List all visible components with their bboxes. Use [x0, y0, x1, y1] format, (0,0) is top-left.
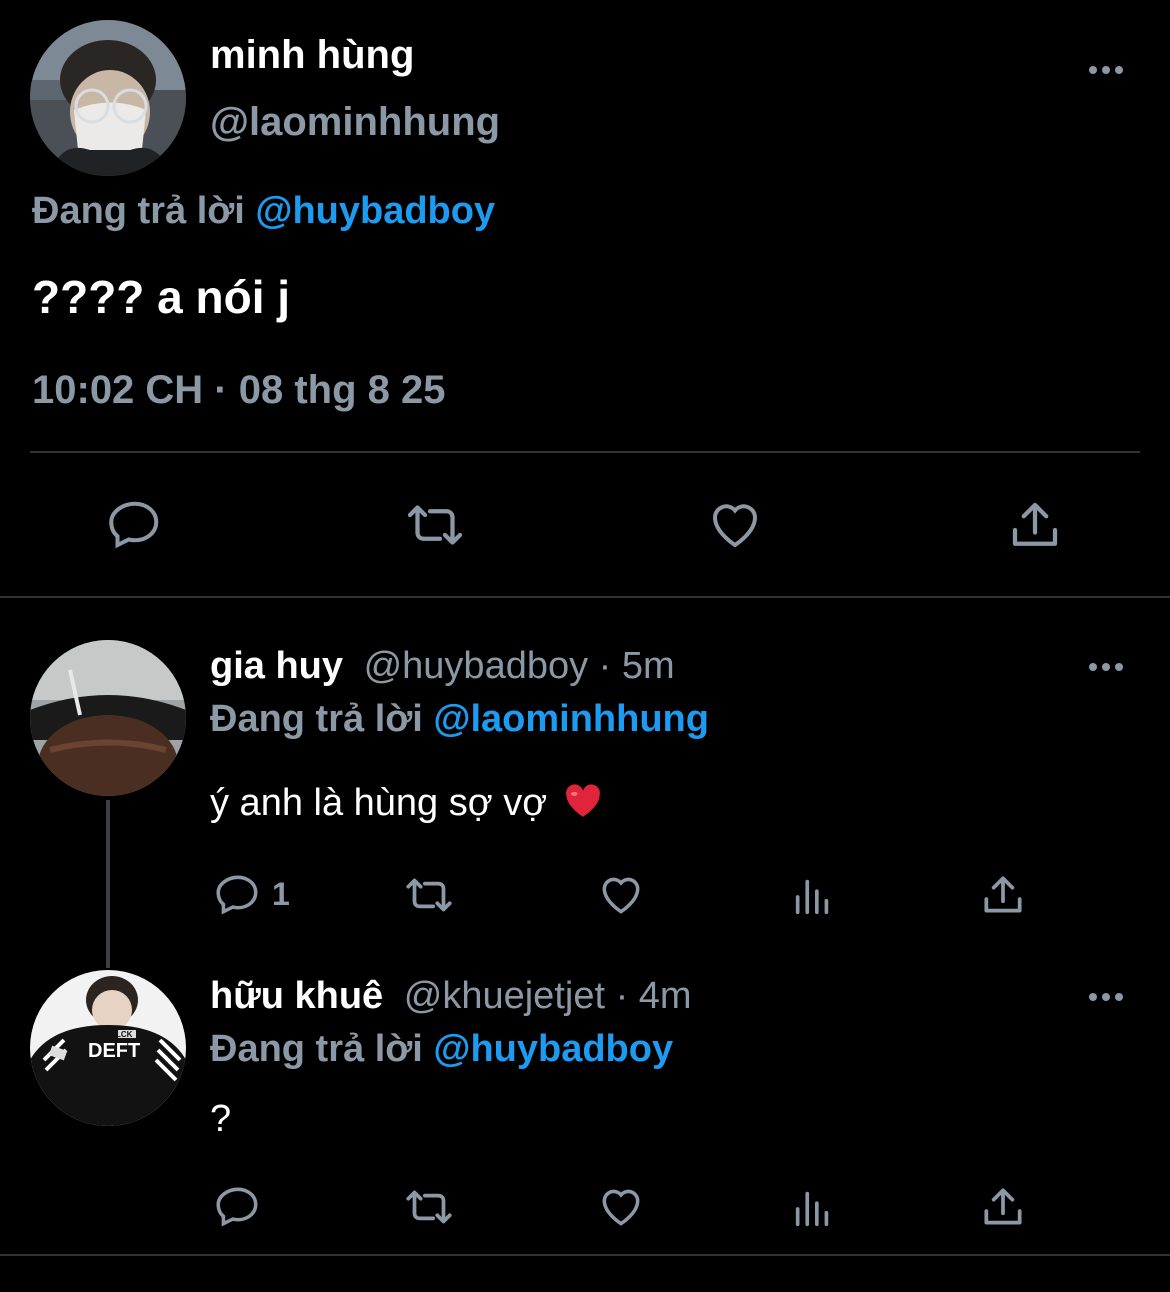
analytics-icon[interactable] [790, 1184, 836, 1230]
bottom-divider [0, 1254, 1170, 1256]
reply1-text-line: ý anh là hùng sợ vợ [210, 782, 602, 829]
main-display-name[interactable]: minh hùng [210, 33, 414, 78]
main-more-options-icon[interactable] [1089, 66, 1123, 74]
reply2-replying-to-line: Đang trả lời @huybadboy [210, 1028, 673, 1071]
reply1-replying-to-line: Đang trả lời @laominhhung [210, 698, 709, 741]
replying-prefix: Đang trả lời [210, 1028, 423, 1070]
jacket-badge-text: LCK [116, 1030, 133, 1039]
reply2-display-name[interactable]: hữu khuê [210, 975, 383, 1017]
retweet-icon[interactable] [400, 1182, 458, 1232]
reply1-age[interactable]: 5m [622, 645, 675, 687]
reply1-author-avatar[interactable] [30, 640, 186, 796]
jacket-text: DEFT [88, 1040, 141, 1062]
reply-icon[interactable] [213, 870, 263, 920]
main-timestamp[interactable]: 10:02 CH · 08 thg 8 25 [32, 368, 446, 413]
reply1-handle[interactable]: @huybadboy [364, 645, 589, 687]
reply1-display-name[interactable]: gia huy [210, 645, 343, 687]
reply1-reply-count: 1 [272, 876, 290, 912]
main-author-avatar[interactable] [30, 20, 186, 176]
replying-to-link[interactable]: @huybadboy [433, 1028, 673, 1070]
reply2-separator: · [615, 975, 629, 1017]
share-icon[interactable] [978, 870, 1028, 920]
replying-prefix: Đang trả lời [32, 190, 245, 232]
reply1-text: ý anh là hùng sợ vợ [210, 782, 548, 824]
share-icon[interactable] [978, 1182, 1028, 1232]
reply1-more-options-icon[interactable] [1089, 663, 1123, 671]
replying-prefix: Đang trả lời [210, 698, 423, 740]
share-icon[interactable] [1005, 495, 1065, 555]
main-tweet-text: ???? a nói j [32, 271, 291, 323]
heart-emoji-icon [564, 783, 602, 829]
like-icon[interactable] [596, 1182, 646, 1232]
main-handle[interactable]: @laominhhung [210, 100, 500, 145]
reply2-author-avatar[interactable]: LCK DEFT [30, 970, 186, 1126]
analytics-icon[interactable] [790, 872, 836, 918]
replying-to-link[interactable]: @laominhhung [433, 698, 709, 740]
main-replying-to-line: Đang trả lời @huybadboy [32, 190, 495, 233]
reply2-text: ? [210, 1098, 232, 1140]
like-icon[interactable] [596, 870, 646, 920]
reply2-handle[interactable]: @khuejetjet [404, 975, 605, 1017]
replying-to-link[interactable]: @huybadboy [255, 190, 495, 232]
like-icon[interactable] [705, 495, 765, 555]
reply2-header: hữu khuê @khuejetjet · 4m [210, 975, 692, 1018]
reply2-more-options-icon[interactable] [1089, 993, 1123, 1001]
reply-icon[interactable] [213, 1182, 263, 1232]
thread-line [106, 800, 110, 968]
reply-icon[interactable] [105, 495, 165, 555]
retweet-icon[interactable] [400, 870, 458, 920]
reply2-age[interactable]: 4m [639, 975, 692, 1017]
retweet-icon[interactable] [400, 495, 470, 555]
section-divider [0, 596, 1170, 598]
reply1-separator: · [598, 645, 612, 687]
reply1-header: gia huy @huybadboy · 5m [210, 645, 675, 688]
main-divider [30, 451, 1140, 453]
